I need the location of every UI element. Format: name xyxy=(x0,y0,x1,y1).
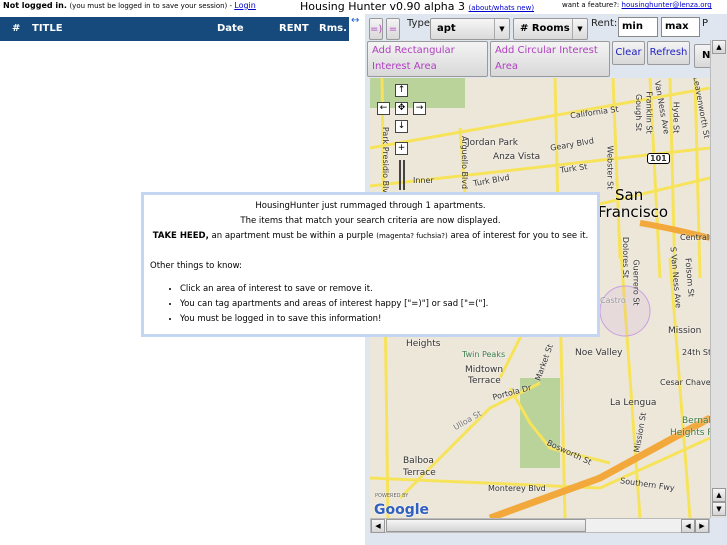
map-label: Central F xyxy=(680,233,710,242)
pan-down-button[interactable]: ↓ xyxy=(395,120,408,133)
zoom-in-button[interactable]: + xyxy=(395,142,408,155)
scroll-left-icon[interactable]: ◀ xyxy=(681,519,695,533)
map-label: Twin Peaks xyxy=(462,350,506,359)
map-label: Arguello Blvd xyxy=(460,135,470,190)
map-label: La Lengua xyxy=(610,398,657,408)
map-label: Noe Valley xyxy=(575,348,623,358)
dialog-bullet: Click an area of interest to save or rem… xyxy=(180,282,591,297)
column-rooms[interactable]: Rms. xyxy=(319,23,347,34)
chevron-down-icon: ▼ xyxy=(572,19,587,39)
vertical-scrollbar[interactable]: ▲ ▲ ▼ xyxy=(710,40,727,518)
map-label: Heights xyxy=(406,339,441,349)
clear-button[interactable]: Clear xyxy=(612,41,645,65)
map-label-city: San xyxy=(615,186,644,204)
scroll-right-icon[interactable]: ▶ xyxy=(695,519,709,533)
chevron-down-icon: ▼ xyxy=(494,19,509,39)
heed-text: an apartment must be within a purple xyxy=(208,231,377,241)
login-link[interactable]: Login xyxy=(234,1,256,10)
map-label: Hyde St xyxy=(671,101,681,134)
dialog-other-heading: Other things to know: xyxy=(150,261,242,271)
map-label: Cesar Chavez xyxy=(660,378,710,387)
map-label: Franklin St xyxy=(644,91,654,134)
map-label: Jordan Park xyxy=(467,138,518,148)
column-rent[interactable]: RENT xyxy=(279,23,309,34)
feature-request: want a feature?: housinghunter@lenza.org xyxy=(562,1,712,9)
map-label: Webster St xyxy=(605,145,615,190)
dialog-bullet: You must be logged in to save this infor… xyxy=(180,312,591,327)
app-title: Housing Hunter v0.90 alpha 3 (about/what… xyxy=(300,0,534,13)
column-date[interactable]: Date xyxy=(217,23,244,34)
scroll-down-icon[interactable]: ▼ xyxy=(712,502,726,516)
powered-by-text: POWERED BY xyxy=(375,493,409,499)
highway-101-shield: 101 xyxy=(647,153,670,164)
map-label: Inner xyxy=(413,176,434,185)
login-status: Not logged in. (you must be logged in to… xyxy=(3,1,256,10)
google-logo: Google xyxy=(374,502,430,518)
dialog-line: The items that match your search criteri… xyxy=(240,216,501,226)
map-label: Gough St xyxy=(634,93,644,132)
rent-min-input[interactable]: min xyxy=(618,17,658,37)
pan-right-button[interactable]: → xyxy=(413,102,426,115)
map-label: Heights Park xyxy=(670,428,710,438)
scroll-up-icon[interactable]: ▲ xyxy=(712,40,726,54)
heed-bold: TAKE HEED, xyxy=(152,231,209,241)
zoom-slider[interactable] xyxy=(399,160,405,190)
map-label: 24th St xyxy=(682,348,710,357)
map-label: Midtown xyxy=(465,365,504,375)
results-table-header: # TITLE Date RENT Rms. xyxy=(0,17,349,41)
truncated-label: P xyxy=(702,18,709,29)
app-title-text: Housing Hunter v0.90 alpha 3 xyxy=(300,0,466,13)
map-label: Bernal xyxy=(682,416,710,426)
feature-text: want a feature?: xyxy=(562,1,622,9)
dialog-bullets: Click an area of interest to save or rem… xyxy=(180,282,591,327)
info-dialog[interactable]: HousingHunter just rummaged through 1 ap… xyxy=(141,192,600,337)
circular-interest-area[interactable] xyxy=(599,285,651,337)
map-label: Anza Vista xyxy=(493,152,541,162)
type-select[interactable]: apt ▼ xyxy=(430,18,510,40)
rooms-select[interactable]: # Rooms ▼ xyxy=(513,18,588,40)
column-number[interactable]: # xyxy=(12,23,20,34)
rooms-value: # Rooms xyxy=(520,23,570,34)
pan-center-button[interactable]: ✥ xyxy=(395,102,408,115)
map-label: Terrace xyxy=(468,376,501,386)
add-rectangular-area-button[interactable]: Add Rectangular Interest Area xyxy=(367,41,488,77)
map-label: Castro xyxy=(600,296,626,305)
rent-label: Rent: xyxy=(591,18,618,29)
login-status-text: Not logged in. xyxy=(3,1,67,10)
rent-max-input[interactable]: max xyxy=(661,17,700,37)
map-label-city: Francisco xyxy=(598,203,669,221)
sad-filter-button[interactable]: =( xyxy=(386,18,400,57)
column-title[interactable]: TITLE xyxy=(32,23,63,34)
scroll-up-icon[interactable]: ▲ xyxy=(712,488,726,502)
map-label: Park Presidio Blvd xyxy=(381,126,391,199)
pan-left-button[interactable]: ← xyxy=(377,102,390,115)
map-label: Guerrero St xyxy=(631,259,641,306)
dialog-line: HousingHunter just rummaged through 1 ap… xyxy=(255,201,486,211)
about-link[interactable]: (about/whats new) xyxy=(469,4,535,12)
map-label: Monterey Blvd xyxy=(488,484,546,493)
dialog-heed: TAKE HEED, an apartment must be within a… xyxy=(150,229,591,244)
type-value: apt xyxy=(437,23,456,34)
map-label: Balboa xyxy=(403,456,434,466)
heed-small: (magenta? fuchsia?) xyxy=(376,232,448,240)
scroll-thumb[interactable] xyxy=(386,519,586,532)
map-label: Mission xyxy=(668,326,702,336)
resize-arrows-icon[interactable]: ↔ xyxy=(351,16,363,27)
happy-filter-button[interactable]: =) xyxy=(369,18,383,40)
heed-text: area of interest for you to see it. xyxy=(447,231,589,241)
pan-up-button[interactable]: ↑ xyxy=(395,84,408,97)
feature-email-link[interactable]: housinghunter@lenza.org xyxy=(622,1,712,9)
add-circular-area-button[interactable]: Add Circular Interest Area xyxy=(490,41,610,77)
login-note: (you must be logged in to save your sess… xyxy=(69,2,235,10)
refresh-button[interactable]: Refresh xyxy=(647,41,690,65)
scroll-left-icon[interactable]: ◀ xyxy=(371,519,385,533)
map-label: Dolores St xyxy=(621,236,631,279)
map-label: Terrace xyxy=(403,468,436,478)
dialog-bullet: You can tag apartments and areas of inte… xyxy=(180,297,591,312)
horizontal-scrollbar[interactable]: ◀ ◀ ▶ xyxy=(370,518,710,533)
